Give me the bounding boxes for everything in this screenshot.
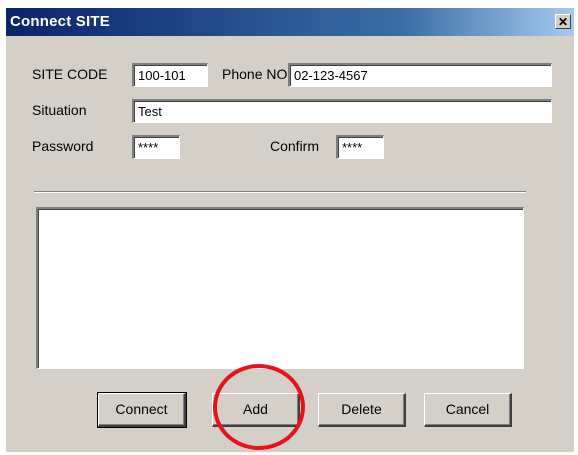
cancel-button[interactable]: Cancel <box>424 393 512 427</box>
phone-label: Phone NO <box>222 66 288 82</box>
window-title: Connect SITE <box>10 13 110 30</box>
password-input[interactable]: **** <box>132 135 180 159</box>
phone-input[interactable]: 02-123-4567 <box>288 63 552 87</box>
close-icon[interactable]: ✕ <box>555 14 571 29</box>
highlight-circle-annotation <box>213 364 305 450</box>
site-list[interactable] <box>36 207 524 369</box>
confirm-password-input[interactable]: **** <box>336 135 384 159</box>
site-code-input[interactable]: 100-101 <box>132 63 208 87</box>
connect-button[interactable]: Connect <box>97 392 187 428</box>
password-label: Password <box>32 138 94 154</box>
situation-label: Situation <box>32 102 87 118</box>
separator-line <box>34 191 526 193</box>
delete-button[interactable]: Delete <box>318 393 406 427</box>
connect-site-dialog: Connect SITE ✕ SITE CODE 100-101 Phone N… <box>6 8 574 452</box>
confirm-label: Confirm <box>270 138 320 154</box>
situation-input[interactable]: Test <box>132 99 552 123</box>
site-code-label: SITE CODE <box>32 66 108 82</box>
title-bar[interactable]: Connect SITE ✕ <box>6 8 574 36</box>
